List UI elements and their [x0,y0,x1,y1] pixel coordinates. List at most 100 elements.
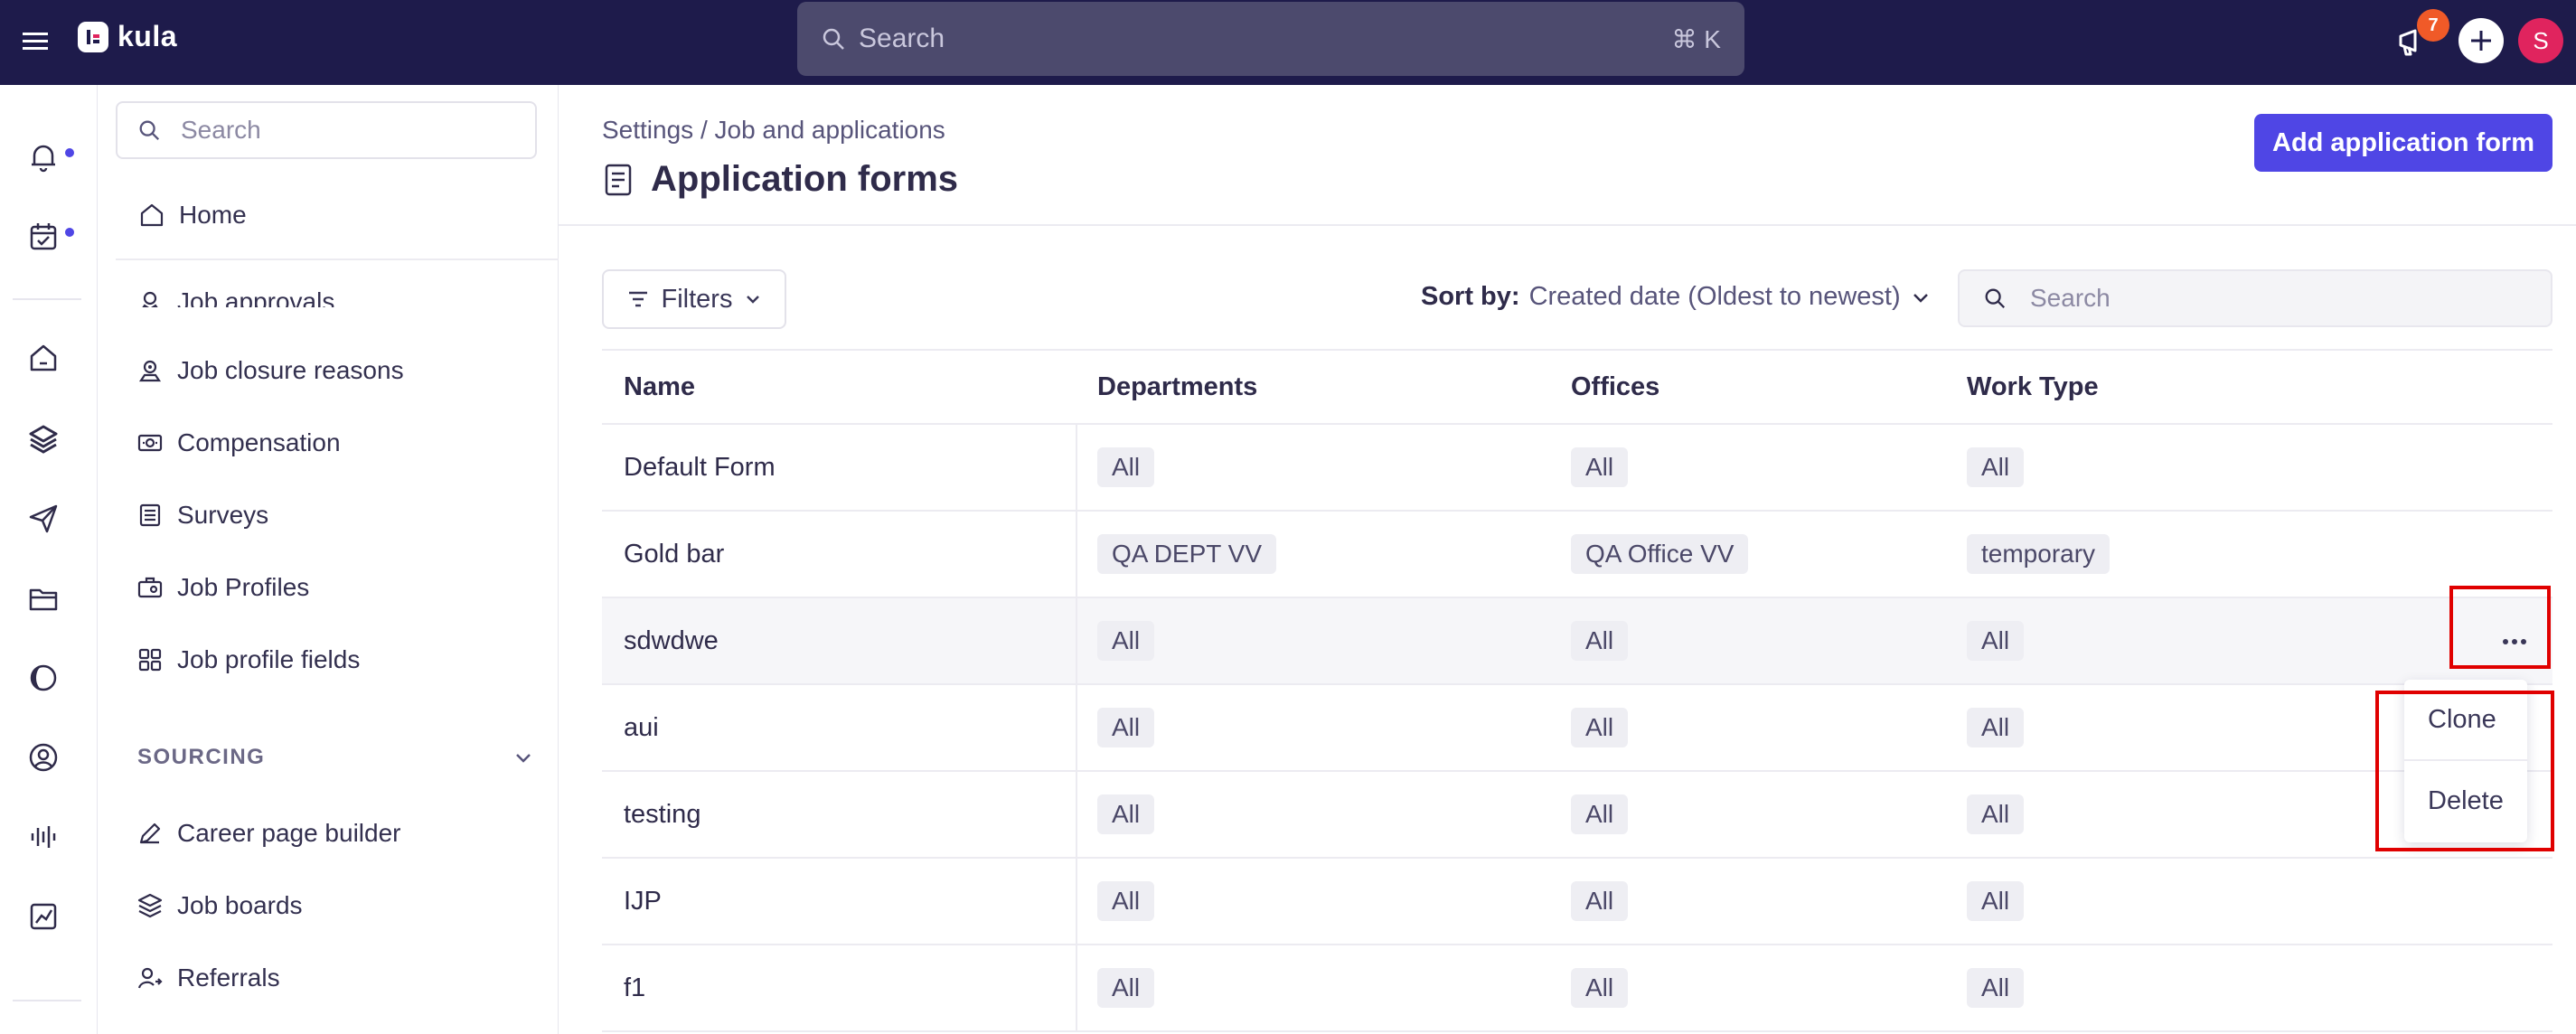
search-shortcut-hint: ⌘ K [1671,24,1721,53]
audio-wave-icon[interactable] [25,819,61,855]
office-chip: All [1571,881,1629,921]
table-search-placeholder: Search [2030,284,2111,312]
form-document-icon [605,164,632,195]
nav-item-career-page-builder[interactable]: Career page builder [136,813,401,853]
home-icon [140,203,164,227]
table-row[interactable]: sdwdwe All All All [602,598,2552,685]
row-offices: All [1571,772,1629,857]
department-chip: All [1097,794,1155,834]
nav-item-job-profile-fields[interactable]: Job profile fields [136,640,360,680]
column-header-offices[interactable]: Offices [1571,351,1659,423]
notification-count-badge: 7 [2417,9,2449,42]
icon-rail [0,85,98,1034]
row-work-type: All [1967,425,2025,510]
table-row[interactable]: aui All All All [602,685,2552,772]
row-name: IJP [624,886,662,916]
row-name: Default Form [624,452,776,482]
app-logo[interactable]: kula [78,20,177,53]
search-icon [823,28,844,50]
column-header-departments[interactable]: Departments [1097,351,1257,423]
folder-icon[interactable] [25,580,61,616]
table-search-input[interactable]: Search [1958,269,2552,327]
highlight-box-menu [2375,691,2554,851]
nav-item-label: Job Profiles [177,573,310,601]
work-type-chip: All [1967,621,2025,661]
table-row[interactable]: IJP All All All [602,859,2552,945]
settings-search-input[interactable]: Search [116,101,537,159]
plus-icon [2471,31,2491,51]
search-icon [1985,288,2006,309]
send-icon[interactable] [25,501,61,537]
filters-button[interactable]: Filters [602,269,786,329]
sort-value: Created date (Oldest to newest) [1528,282,1901,311]
hamburger-menu-icon[interactable] [20,25,51,56]
column-divider [1076,859,1077,944]
row-work-type: temporary [1967,512,2111,597]
section-title: SOURCING [137,745,266,769]
user-circle-icon[interactable] [25,739,61,776]
nav-item-label: Job boards [177,891,303,919]
column-header-work-type[interactable]: Work Type [1967,351,2099,423]
row-departments: All [1097,425,1155,510]
column-divider [1076,598,1077,683]
user-avatar[interactable]: S [2518,18,2563,63]
nav-item-job-approvals[interactable]: Job approvals [136,280,334,307]
nav-item-job-boards[interactable]: Job boards [136,886,303,926]
table-row[interactable]: testing All All All [602,772,2552,859]
work-type-chip: All [1967,968,2025,1008]
nav-item-label: Job closure reasons [177,356,404,384]
row-work-type: All [1967,945,2025,1030]
nav-item-referrals[interactable]: Referrals [136,958,280,998]
calendar-check-icon[interactable] [25,219,61,255]
row-name: testing [624,799,701,829]
work-type-chip: All [1967,881,2025,921]
column-header-name[interactable]: Name [624,351,695,423]
table-row[interactable]: f1 All All All [602,945,2552,1032]
chevron-down-icon [747,296,760,304]
row-name: Gold bar [624,539,725,569]
rail-divider [13,298,81,300]
filter-icon [628,291,647,307]
top-bar: kula Search ⌘ K 7 S [0,0,2576,85]
chevron-down-icon [516,754,531,763]
breadcrumb[interactable]: Settings / Job and applications [602,116,945,145]
nav-item-label: Job profile fields [177,645,361,673]
row-work-type: All [1967,859,2025,944]
sort-dropdown[interactable]: Sort by: Created date (Oldest to newest) [1421,282,1932,312]
nav-item-job-closure-reasons[interactable]: Job closure reasons [136,351,404,390]
column-divider [1076,425,1077,510]
row-offices: All [1571,598,1629,683]
column-divider [1076,512,1077,597]
nav-item-surveys[interactable]: Surveys [136,495,268,535]
row-name: sdwdwe [624,625,719,655]
settings-search-placeholder: Search [181,116,261,144]
briefcase-icon [137,577,163,598]
row-departments: All [1097,685,1155,770]
department-chip: QA DEPT VV [1097,534,1276,574]
half-circle-icon[interactable] [25,660,61,696]
quick-add-button[interactable] [2458,18,2504,63]
sourcing-section-header[interactable]: SOURCING [137,745,535,770]
layers-icon[interactable] [25,421,61,457]
column-divider [1076,772,1077,857]
office-chip: All [1571,447,1629,487]
row-work-type: All [1967,598,2025,683]
row-name: f1 [624,973,646,1002]
nav-item-home[interactable]: Home [137,195,247,235]
global-search-input[interactable]: Search ⌘ K [797,2,1744,76]
row-departments: QA DEPT VV [1097,512,1276,597]
table-row[interactable]: Default Form All All All [602,425,2552,512]
work-type-chip: temporary [1967,534,2111,574]
add-application-form-button[interactable]: Add application form [2254,114,2552,172]
nav-item-compensation[interactable]: Compensation [136,423,341,463]
bell-icon[interactable] [25,139,61,175]
home-icon[interactable] [25,340,61,376]
page-title: Application forms [602,159,958,200]
analytics-icon[interactable] [25,898,61,935]
nav-item-job-profiles[interactable]: Job Profiles [136,568,309,607]
table-row[interactable]: Gold bar QA DEPT VV QA Office VV tempora… [602,512,2552,598]
nav-item-label: Surveys [177,501,269,529]
sort-label: Sort by: [1421,282,1520,311]
work-type-chip: All [1967,447,2025,487]
department-chip: All [1097,708,1155,747]
